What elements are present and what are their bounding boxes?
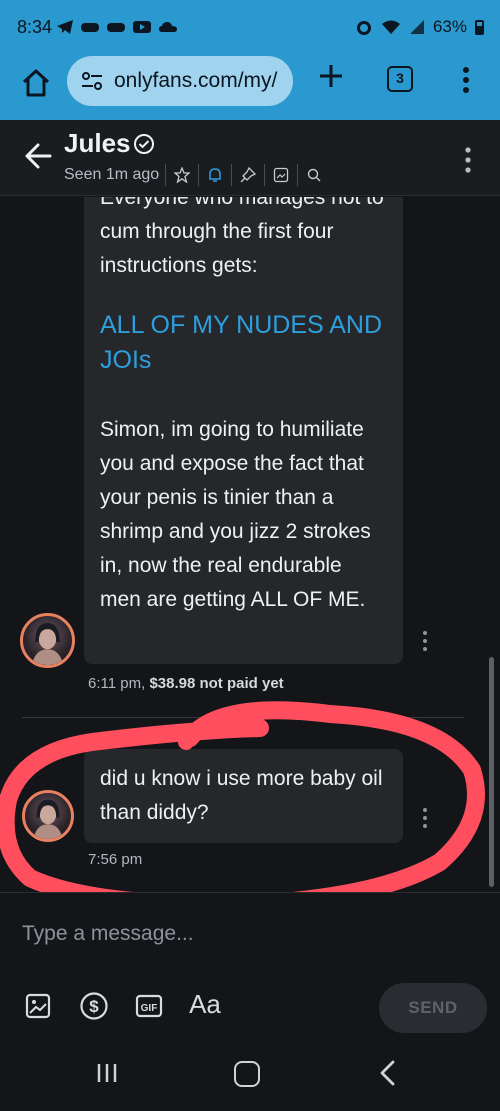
status-right-icons: 63% — [355, 17, 484, 37]
chat-header-actions — [160, 164, 325, 186]
notification-bell-icon[interactable] — [204, 164, 226, 186]
message-bubble[interactable]: Everyone who manages not to cum through … — [84, 197, 403, 664]
battery-icon — [475, 19, 484, 35]
avatar[interactable] — [22, 790, 74, 842]
wifi-icon — [381, 20, 400, 34]
svg-text:GIF: GIF — [141, 1003, 158, 1014]
tab-switcher-button[interactable]: 3 — [387, 66, 413, 92]
message-options-icon[interactable] — [420, 806, 430, 830]
divider — [231, 164, 232, 186]
alarm-icon — [356, 21, 371, 35]
message-text: did u know i use more baby oil than didd… — [100, 767, 383, 824]
system-navigation-bar — [0, 1034, 500, 1111]
message-price-status: $38.98 not paid yet — [149, 675, 284, 692]
cloud-icon — [159, 22, 177, 32]
scrollbar[interactable] — [489, 657, 494, 887]
home-button-icon[interactable] — [234, 1061, 260, 1087]
message-timestamp: 6:11 pm, — [88, 675, 146, 692]
message-text: Simon, im going to humiliate you and exp… — [100, 418, 371, 611]
search-icon[interactable] — [303, 164, 325, 186]
pin-icon[interactable] — [237, 164, 259, 186]
site-settings-icon[interactable] — [80, 69, 104, 93]
svg-text:$: $ — [89, 997, 99, 1016]
message-list[interactable]: Everyone who manages not to cum through … — [0, 197, 500, 892]
divider — [264, 164, 265, 186]
message-options-icon[interactable] — [420, 629, 430, 653]
message-meta: 6:11 pm, $38.98 not paid yet — [88, 675, 284, 692]
back-arrow-icon[interactable] — [24, 142, 52, 170]
address-bar[interactable]: onlyfans.com/my/ — [67, 56, 293, 106]
system-back-icon[interactable] — [378, 1060, 398, 1086]
contact-name[interactable]: Jules — [64, 128, 131, 159]
favorite-star-icon[interactable] — [171, 164, 193, 186]
url-text: onlyfans.com/my/ — [114, 69, 278, 92]
message-composer: $ GIF Aa SEND — [0, 892, 500, 1034]
home-icon[interactable] — [19, 66, 53, 100]
youtube-icon — [133, 21, 151, 33]
game-controller-icon — [107, 23, 125, 32]
text-format-button[interactable]: Aa — [187, 989, 223, 1019]
message-bubble[interactable]: did u know i use more baby oil than didd… — [84, 749, 403, 843]
message-timestamp: 7:56 pm — [88, 851, 143, 868]
divider — [297, 164, 298, 186]
verified-badge-icon — [134, 134, 154, 154]
message-input[interactable] — [22, 917, 472, 951]
recent-apps-icon[interactable] — [95, 1061, 119, 1085]
new-tab-icon[interactable] — [317, 62, 345, 90]
status-notification-icons — [56, 19, 178, 35]
chat-options-icon[interactable] — [460, 146, 476, 174]
chat-header: Jules Seen 1m ago — [0, 120, 500, 196]
media-gallery-icon[interactable] — [270, 164, 292, 186]
message-highlight-text: ALL OF MY NUDES AND JOIs — [100, 311, 383, 374]
divider — [198, 164, 199, 186]
browser-toolbar: onlyfans.com/my/ 3 — [0, 56, 500, 120]
attach-image-icon[interactable] — [23, 991, 53, 1021]
gif-icon[interactable]: GIF — [134, 991, 164, 1021]
avatar[interactable] — [20, 613, 75, 668]
status-bar: 8:34 63% — [0, 0, 500, 56]
status-time: 8:34 — [17, 17, 53, 37]
last-seen-status: Seen 1m ago — [64, 166, 160, 183]
telegram-icon — [57, 20, 73, 34]
divider — [165, 164, 166, 186]
game-controller-icon — [81, 23, 99, 32]
tip-dollar-icon[interactable]: $ — [79, 991, 109, 1021]
browser-menu-icon[interactable] — [458, 66, 474, 94]
message-divider — [22, 717, 464, 718]
send-button[interactable]: SEND — [379, 983, 487, 1033]
message-text: Everyone who manages not to cum through … — [100, 197, 384, 277]
signal-icon — [409, 20, 424, 34]
battery-percent: 63% — [432, 17, 467, 36]
